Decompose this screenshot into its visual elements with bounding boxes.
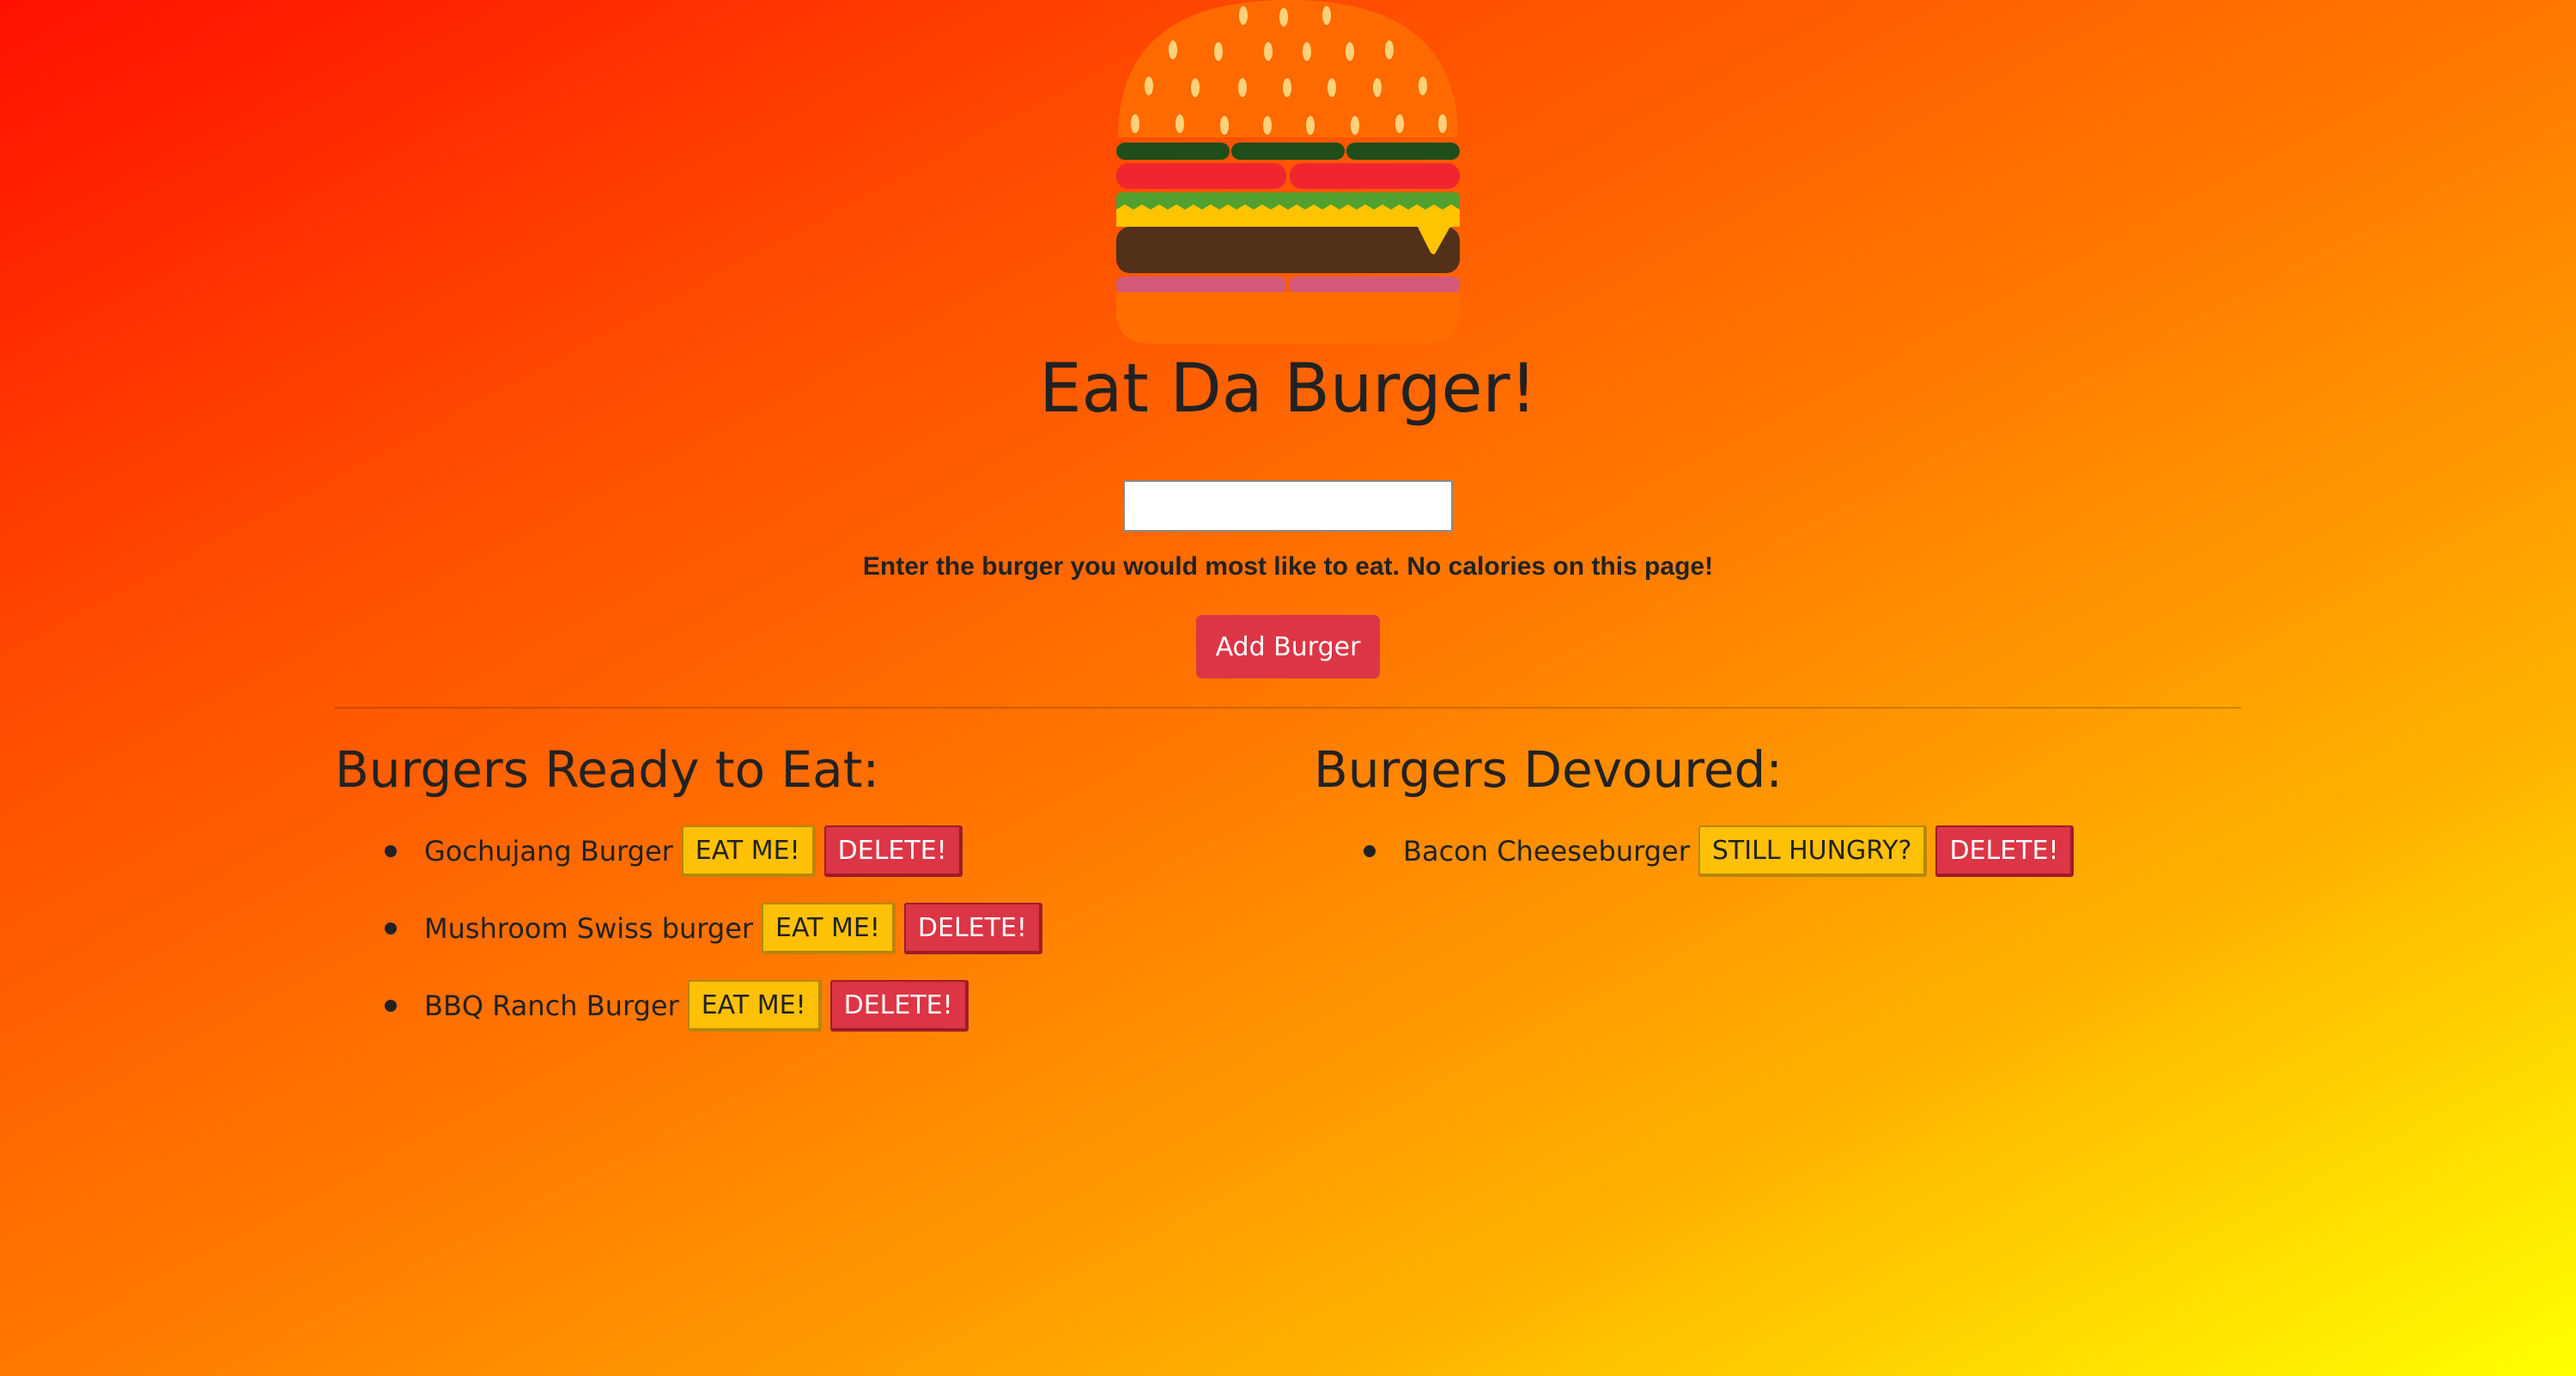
list-item: BBQ Ranch Burger EAT ME! DELETE!: [335, 979, 1051, 1032]
delete-button[interactable]: DELETE!: [823, 825, 963, 877]
ready-list: Gochujang Burger EAT ME! DELETE! Mushroo…: [335, 825, 1051, 1056]
burger-name: Bacon Cheeseburger: [1403, 835, 1690, 868]
add-burger-button[interactable]: Add Burger: [1196, 615, 1380, 679]
delete-button[interactable]: DELETE!: [1935, 825, 2075, 877]
delete-button[interactable]: DELETE!: [829, 980, 969, 1032]
still-hungry-button[interactable]: STILL HUNGRY?: [1698, 825, 1928, 877]
section-divider: [335, 707, 2241, 709]
bullet-icon: [385, 922, 397, 935]
delete-button[interactable]: DELETE!: [903, 903, 1042, 954]
bullet-icon: [385, 845, 397, 857]
page-title: Eat Da Burger!: [1039, 350, 1537, 428]
ready-heading: Burgers Ready to Eat:: [335, 740, 880, 799]
eat-button[interactable]: EAT ME!: [681, 825, 816, 877]
devoured-list: Bacon Cheeseburger STILL HUNGRY? DELETE!: [1314, 825, 2082, 902]
list-item: Bacon Cheeseburger STILL HUNGRY? DELETE!: [1314, 825, 2082, 878]
devoured-heading: Burgers Devoured:: [1314, 740, 1783, 799]
bullet-icon: [385, 1000, 397, 1012]
burger-icon: [1116, 0, 1460, 344]
list-item: Gochujang Burger EAT ME! DELETE!: [335, 825, 1051, 878]
burger-name: BBQ Ranch Burger: [424, 989, 679, 1022]
burger-name: Mushroom Swiss burger: [424, 912, 754, 945]
eat-button[interactable]: EAT ME!: [762, 903, 896, 954]
burger-name-input[interactable]: [1123, 480, 1453, 532]
burger-name: Gochujang Burger: [424, 835, 673, 868]
eat-button[interactable]: EAT ME!: [687, 980, 822, 1032]
input-hint: Enter the burger you would most like to …: [862, 552, 1714, 581]
bullet-icon: [1364, 845, 1376, 857]
list-item: Mushroom Swiss burger EAT ME! DELETE!: [335, 902, 1051, 955]
